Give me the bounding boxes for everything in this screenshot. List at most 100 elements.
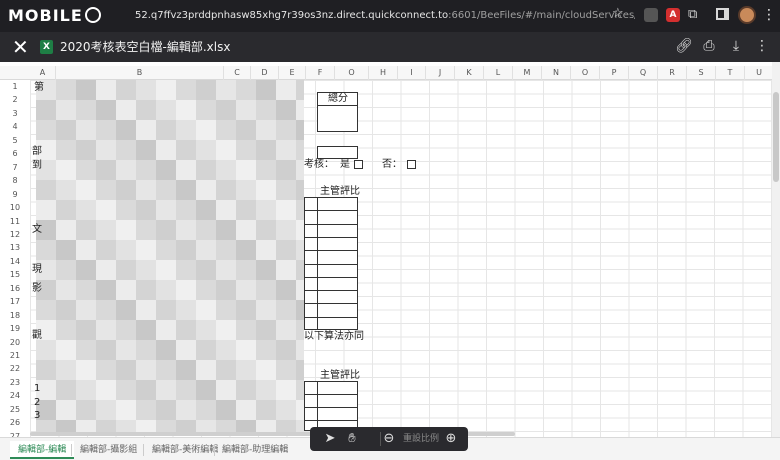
close-icon[interactable]: ✕ (12, 37, 29, 57)
redaction-tile (296, 260, 304, 280)
redaction-tile (76, 360, 96, 380)
link-icon[interactable]: 🔗︎ (675, 38, 693, 54)
column-header[interactable]: R (658, 66, 687, 80)
extension-icon[interactable] (644, 8, 658, 22)
column-header[interactable]: I (398, 66, 426, 80)
file-viewer-header: ✕ X 2020考核表空白檔-編輯部.xlsx 🔗︎ ⎙ ⤓ ⋮ (0, 32, 780, 62)
hand-icon[interactable]: ✋︎ (344, 431, 360, 447)
redaction-tile (296, 100, 304, 120)
side-panel-icon[interactable] (716, 8, 729, 20)
redaction-tile (296, 160, 304, 180)
column-header[interactable]: P (600, 66, 629, 80)
redaction-tile (196, 100, 216, 120)
redaction-tile (296, 140, 304, 160)
sheet-tab-assistant[interactable]: 編輯部-助理編輯 (214, 441, 296, 459)
row-header[interactable]: 15 (0, 268, 30, 282)
row-header[interactable]: 1 (0, 80, 30, 94)
row-header[interactable]: 11 (0, 215, 30, 229)
yes-checkbox[interactable] (354, 160, 363, 169)
row-header[interactable]: 6 (0, 147, 30, 161)
row-header[interactable]: 5 (0, 134, 30, 148)
column-header[interactable]: E (279, 66, 306, 80)
redaction-tile (76, 120, 96, 140)
sheet-tab-editor[interactable]: 編輯部-編輯 (10, 441, 75, 459)
column-header[interactable]: F (306, 66, 335, 80)
redaction-tile (276, 120, 296, 140)
row-header[interactable]: 16 (0, 282, 30, 296)
column-header[interactable]: L (484, 66, 513, 80)
redaction-tile (136, 380, 156, 400)
print-icon[interactable]: ⎙ (701, 38, 717, 54)
redaction-tile (156, 400, 176, 420)
column-header[interactable]: B (56, 66, 224, 80)
redaction-tile (296, 120, 304, 140)
column-header[interactable]: O (335, 66, 369, 80)
row-header[interactable]: 20 (0, 336, 30, 350)
redaction-tile (176, 320, 196, 340)
zoom-out-icon[interactable]: ⊖ (381, 431, 397, 447)
redaction-tile (216, 180, 236, 200)
row-header[interactable]: 9 (0, 188, 30, 202)
download-icon[interactable]: ⤓ (728, 38, 744, 54)
row-header[interactable]: 4 (0, 120, 30, 134)
column-header[interactable]: H (369, 66, 398, 80)
no-checkbox[interactable] (407, 160, 416, 169)
row-header[interactable]: 25 (0, 403, 30, 417)
redaction-tile (96, 300, 116, 320)
reset-zoom-label[interactable]: 重設比例 (403, 432, 439, 446)
redaction-tile (156, 140, 176, 160)
column-header[interactable]: S (687, 66, 716, 80)
column-header[interactable]: A (30, 66, 56, 80)
redaction-tile (236, 200, 256, 220)
row-header[interactable]: 21 (0, 349, 30, 363)
row-header[interactable]: 10 (0, 201, 30, 215)
redaction-tile (216, 220, 236, 240)
row-header[interactable]: 3 (0, 107, 30, 121)
column-header[interactable]: U (745, 66, 774, 80)
redaction-tile (76, 280, 96, 300)
column-header[interactable]: D (251, 66, 279, 80)
column-header[interactable]: J (426, 66, 455, 80)
redaction-tile (56, 320, 76, 340)
redaction-tile (196, 320, 216, 340)
vertical-scroll-thumb[interactable] (773, 92, 779, 182)
browser-menu-icon[interactable]: ⋮ (762, 6, 776, 24)
sheet-tab-photo[interactable]: 編輯部-攝影組 (72, 441, 145, 459)
redaction-tile (96, 380, 116, 400)
row-header[interactable]: 19 (0, 322, 30, 336)
column-header[interactable]: N (542, 66, 571, 80)
bookmark-star-icon[interactable]: ☆ (612, 7, 626, 21)
row-header[interactable]: 8 (0, 174, 30, 188)
column-header[interactable]: C (224, 66, 251, 80)
column-header[interactable]: O (571, 66, 600, 80)
pointer-icon[interactable]: ➤ (322, 431, 338, 447)
row-header[interactable]: 7 (0, 161, 30, 175)
row-header[interactable]: 23 (0, 376, 30, 390)
row-header[interactable]: 22 (0, 362, 30, 376)
row-header[interactable]: 14 (0, 255, 30, 269)
column-header[interactable]: Q (629, 66, 658, 80)
address-bar[interactable]: 52.q7ffvz3prddpnhasw85xhg7r39os3nz.direc… (135, 7, 635, 25)
row-header[interactable]: 27 (0, 430, 30, 437)
row-header[interactable]: 24 (0, 389, 30, 403)
row-header[interactable]: 17 (0, 295, 30, 309)
row-header[interactable]: 13 (0, 241, 30, 255)
redaction-tile (36, 120, 56, 140)
zoom-in-icon[interactable]: ⊕ (443, 431, 459, 447)
extensions-puzzle-icon[interactable]: ⧉ (688, 7, 697, 22)
profile-avatar[interactable] (738, 6, 756, 24)
redaction-tile (116, 220, 136, 240)
row-header[interactable]: 18 (0, 309, 30, 323)
row-header[interactable]: 26 (0, 416, 30, 430)
column-header[interactable]: M (513, 66, 542, 80)
file-title: 2020考核表空白檔-編輯部.xlsx (60, 40, 231, 54)
row-header[interactable]: 12 (0, 228, 30, 242)
row-header[interactable]: 2 (0, 93, 30, 107)
column-header[interactable]: T (716, 66, 745, 80)
pdf-extension-icon[interactable]: A (666, 8, 680, 22)
redaction-tile (36, 300, 56, 320)
column-header[interactable]: K (455, 66, 484, 80)
more-options-icon[interactable]: ⋮ (754, 38, 770, 54)
redaction-tile (296, 280, 304, 300)
vertical-scrollbar[interactable] (772, 62, 780, 437)
